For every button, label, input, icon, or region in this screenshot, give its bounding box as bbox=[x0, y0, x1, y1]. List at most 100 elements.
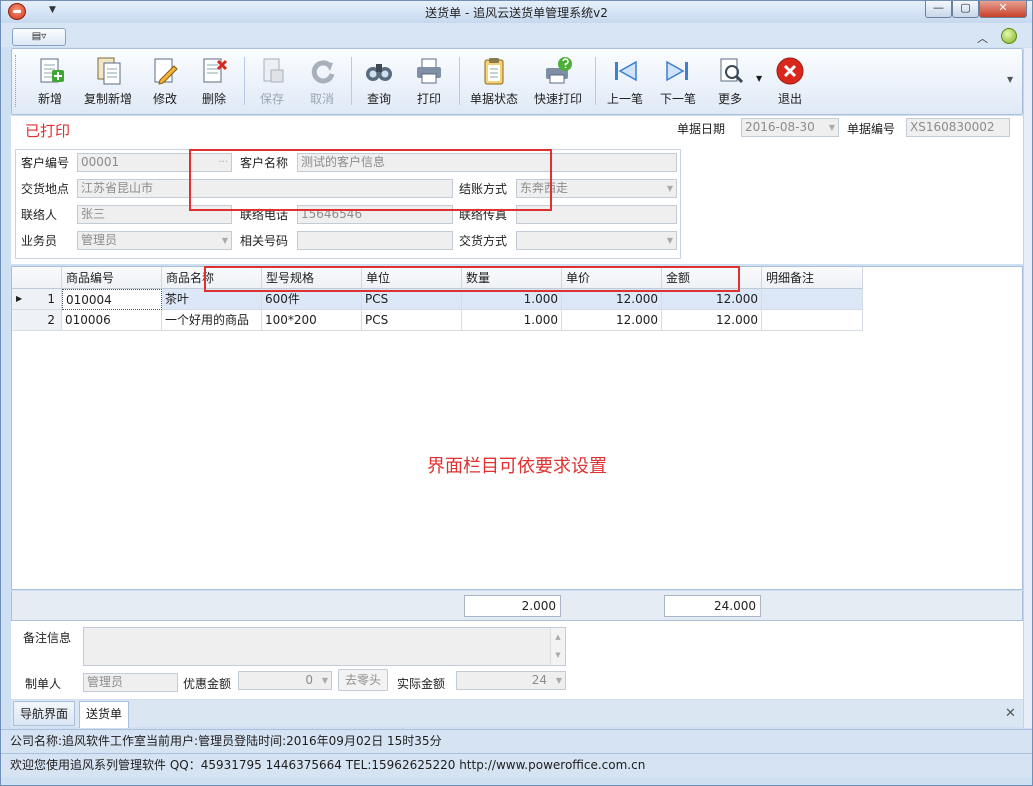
maximize-button[interactable]: ▢ bbox=[952, 1, 979, 18]
next-record-button[interactable]: 下一笔 bbox=[656, 54, 700, 110]
cell-code[interactable]: 010004 bbox=[62, 289, 162, 310]
chevron-down-icon[interactable]: ▼ bbox=[322, 672, 328, 689]
cell-price[interactable]: 12.000 bbox=[562, 310, 662, 331]
chevron-down-icon[interactable]: ▼ bbox=[556, 672, 562, 689]
tab-navigation[interactable]: 导航界面 bbox=[13, 701, 76, 726]
cell-unit[interactable]: PCS bbox=[362, 289, 462, 310]
tab-delivery-note[interactable]: 送货单 bbox=[79, 701, 130, 728]
cell-price[interactable]: 12.000 bbox=[562, 289, 662, 310]
more-button-label: 更多 bbox=[717, 92, 742, 106]
actual-amount-spinner[interactable]: 24 ▼ bbox=[456, 671, 566, 690]
printed-status-label: 已打印 bbox=[25, 122, 71, 140]
actual-amount-value: 24 bbox=[531, 673, 547, 687]
new-button[interactable]: 新增 bbox=[31, 54, 69, 110]
col-header-note[interactable]: 明细备注 bbox=[762, 267, 863, 289]
remark-textarea[interactable]: ▲ ▼ bbox=[83, 627, 566, 666]
copy-new-button-label: 复制新增 bbox=[83, 92, 132, 106]
printer-icon bbox=[414, 56, 444, 86]
close-tab-icon[interactable]: ✕ bbox=[1005, 706, 1016, 721]
cell-name[interactable]: 茶叶 bbox=[162, 289, 262, 310]
cell-qty[interactable]: 1.000 bbox=[462, 289, 562, 310]
creator-field[interactable]: 管理员 bbox=[83, 673, 178, 692]
more-button[interactable]: 更多 bbox=[711, 54, 749, 110]
chevron-down-icon[interactable]: ▼ bbox=[667, 232, 673, 249]
exit-button[interactable]: 退出 bbox=[771, 54, 809, 110]
minimize-button[interactable]: — bbox=[925, 1, 952, 18]
delivery-method-select[interactable]: ▼ bbox=[516, 231, 677, 250]
cell-note[interactable] bbox=[762, 310, 863, 331]
toolbar-grip[interactable] bbox=[15, 55, 18, 107]
more-dropdown-icon[interactable]: ▼ bbox=[756, 74, 762, 83]
cancel-button-label: 取消 bbox=[309, 92, 334, 106]
remark-label: 备注信息 bbox=[23, 631, 72, 645]
delete-document-icon bbox=[199, 56, 229, 86]
query-button[interactable]: 查询 bbox=[359, 54, 399, 110]
edit-button-label: 修改 bbox=[152, 92, 177, 106]
close-window-button[interactable]: ✕ bbox=[979, 1, 1027, 18]
chevron-down-icon[interactable]: ▼ bbox=[222, 232, 228, 249]
highlight-box-customer bbox=[189, 149, 552, 211]
query-button-label: 查询 bbox=[366, 92, 391, 106]
total-qty: 2.000 bbox=[464, 595, 561, 617]
current-row-indicator-icon: ▶ bbox=[16, 294, 23, 303]
round-off-button[interactable]: 去零头 bbox=[338, 669, 388, 691]
contact-label: 联络人 bbox=[21, 208, 58, 222]
row-number: 1 bbox=[47, 292, 55, 306]
delivery-address-label: 交货地点 bbox=[21, 182, 70, 196]
toolbar-separator bbox=[244, 57, 245, 105]
table-row[interactable]: 2 010006 一个好用的商品 100*200 PCS 1.000 12.00… bbox=[12, 310, 863, 331]
doc-date-field[interactable]: 2016-08-30 ▼ bbox=[741, 118, 839, 137]
save-disk-icon bbox=[257, 56, 287, 86]
grid-footer-totals: 2.000 24.000 bbox=[11, 591, 1023, 621]
cell-note[interactable] bbox=[762, 289, 863, 310]
detail-grid: 商品编号 商品名称 型号规格 单位 数量 单价 金额 明细备注 ▶ 1 01000… bbox=[11, 266, 1023, 590]
quick-printer-icon bbox=[543, 56, 573, 86]
doc-no-field[interactable]: XS160830002 bbox=[906, 118, 1010, 137]
cell-name[interactable]: 一个好用的商品 bbox=[162, 310, 262, 331]
window-vertical-scrollbar[interactable] bbox=[1023, 48, 1032, 728]
save-button[interactable]: 保存 bbox=[253, 54, 291, 110]
salesman-value: 管理员 bbox=[81, 233, 118, 247]
previous-record-button[interactable]: 上一笔 bbox=[603, 54, 647, 110]
remark-scrollbar[interactable]: ▲ ▼ bbox=[550, 628, 565, 665]
delete-button[interactable]: 删除 bbox=[195, 54, 233, 110]
ribbon-collapse-icon[interactable]: ︿ bbox=[977, 30, 988, 46]
ref-no-field[interactable] bbox=[297, 231, 453, 250]
cancel-button[interactable]: 取消 bbox=[303, 54, 341, 110]
print-button[interactable]: 打印 bbox=[409, 54, 449, 110]
new-document-icon bbox=[35, 56, 65, 86]
cell-code[interactable]: 010006 bbox=[62, 310, 162, 331]
copy-new-button[interactable]: 复制新增 bbox=[79, 54, 137, 110]
delivery-method-label: 交货方式 bbox=[459, 234, 508, 248]
quick-print-button-label: 快速打印 bbox=[533, 92, 582, 106]
help-icon[interactable] bbox=[1001, 28, 1017, 44]
salesman-select[interactable]: 管理员 ▼ bbox=[77, 231, 232, 250]
total-amount: 24.000 bbox=[664, 595, 761, 617]
cell-amount[interactable]: 12.000 bbox=[662, 310, 762, 331]
cell-amount[interactable]: 12.000 bbox=[662, 289, 762, 310]
row-header[interactable]: ▶ 1 bbox=[12, 289, 62, 310]
copy-document-icon bbox=[93, 56, 123, 86]
cell-qty[interactable]: 1.000 bbox=[462, 310, 562, 331]
date-dropdown-icon[interactable]: ▼ bbox=[829, 119, 835, 136]
doc-date-label: 单据日期 bbox=[677, 122, 726, 136]
exit-button-label: 退出 bbox=[777, 92, 802, 106]
doc-status-button[interactable]: 单据状态 bbox=[465, 54, 523, 110]
new-button-label: 新增 bbox=[37, 92, 62, 106]
row-header[interactable]: 2 bbox=[12, 310, 62, 331]
edit-button[interactable]: 修改 bbox=[146, 54, 184, 110]
previous-arrow-icon bbox=[610, 56, 640, 86]
table-row[interactable]: ▶ 1 010004 茶叶 600件 PCS 1.000 12.000 12.00… bbox=[12, 289, 863, 310]
status-bar-user: 公司名称:追风软件工作室当前用户:管理员登陆时间:2016年09月02日 15时… bbox=[1, 729, 1032, 753]
row-number: 2 bbox=[47, 313, 55, 327]
cell-spec[interactable]: 600件 bbox=[262, 289, 362, 310]
cell-unit[interactable]: PCS bbox=[362, 310, 462, 331]
view-menu-button[interactable]: ▤▿ bbox=[12, 28, 66, 46]
chevron-down-icon[interactable]: ▼ bbox=[667, 180, 673, 197]
cell-spec[interactable]: 100*200 bbox=[262, 310, 362, 331]
ribbon-overflow-icon[interactable]: ▼ bbox=[1007, 75, 1013, 84]
grid-corner-header bbox=[12, 267, 62, 289]
discount-spinner[interactable]: 0 ▼ bbox=[238, 671, 332, 690]
col-header-code[interactable]: 商品编号 bbox=[62, 267, 162, 289]
quick-print-button[interactable]: 快速打印 bbox=[529, 54, 587, 110]
